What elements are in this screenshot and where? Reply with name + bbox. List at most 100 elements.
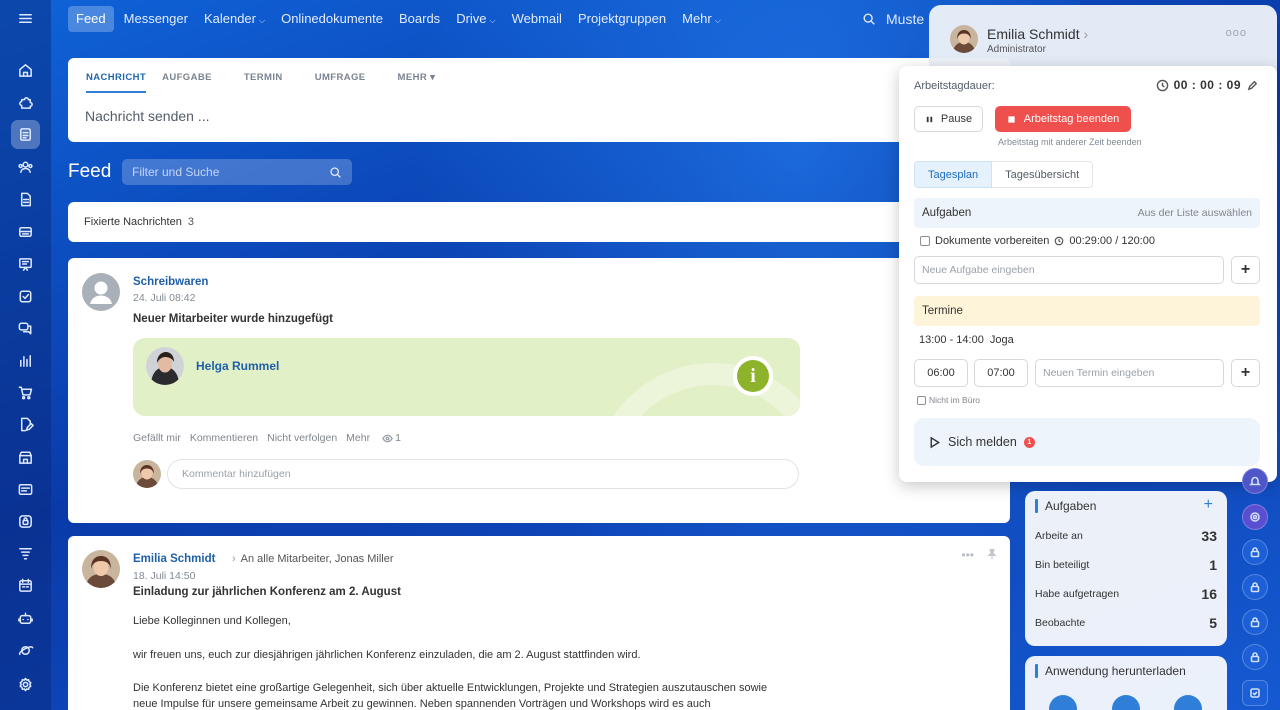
composer-tab[interactable]: MEHR ▾ — [398, 70, 452, 93]
lock-icon[interactable] — [1242, 574, 1268, 600]
inbox-icon[interactable] — [11, 217, 40, 246]
tasks-widget-title[interactable]: Aufgaben — [1035, 499, 1096, 513]
post-date[interactable]: 18. Juli 14:50 — [133, 570, 195, 582]
task-counter-row[interactable]: Beobachte 5 — [1035, 615, 1217, 631]
avatar[interactable] — [82, 273, 120, 311]
add-task-button[interactable]: + — [1231, 256, 1260, 284]
nav-item-kalender[interactable]: Kalender ⌵ — [196, 6, 273, 32]
more-icon[interactable]: ••• — [961, 548, 974, 562]
not-in-office-checkbox[interactable] — [917, 395, 926, 405]
task-counter-label: Habe aufgetragen — [1035, 588, 1120, 600]
analytics-icon[interactable] — [11, 346, 40, 375]
end-label: Arbeitstag beenden — [1023, 113, 1120, 125]
post-author[interactable]: Schreibwaren — [133, 276, 208, 288]
event-start-time[interactable]: 06:00 — [914, 359, 968, 387]
store-icon[interactable] — [11, 443, 40, 472]
feed-icon[interactable] — [11, 120, 40, 149]
task-checkbox[interactable] — [920, 236, 930, 246]
avatar[interactable] — [133, 460, 161, 488]
filter-icon[interactable] — [11, 539, 40, 568]
document-icon[interactable] — [11, 185, 40, 214]
unfollow-link[interactable]: Nicht verfolgen — [267, 432, 337, 444]
android-icon[interactable] — [1174, 695, 1202, 710]
checkbox-icon[interactable] — [11, 282, 40, 311]
pinned-messages-bar[interactable]: Fixierte Nachrichten 3 — [68, 202, 1010, 242]
lock-box-icon[interactable] — [11, 507, 40, 536]
checklist-icon[interactable] — [1242, 680, 1268, 706]
timer-value: 00 : 00 : 09 — [1173, 78, 1241, 92]
comment-link[interactable]: Kommentieren — [190, 432, 258, 444]
robot-icon[interactable] — [11, 604, 40, 633]
task-counter-row[interactable]: Bin beteiligt 1 — [1035, 557, 1217, 573]
select-from-list-link[interactable]: Aus der Liste auswählen — [1138, 207, 1252, 219]
new-event-input[interactable]: Neuen Termin eingeben — [1035, 359, 1224, 387]
task-title[interactable]: Dokumente vorbereiten — [935, 235, 1049, 247]
event-end-time[interactable]: 07:00 — [974, 359, 1028, 387]
end-other-time-link[interactable]: Arbeitstag mit anderer Zeit beenden — [998, 137, 1142, 147]
nav-item-boards[interactable]: Boards — [391, 6, 448, 32]
planet-icon[interactable] — [11, 636, 40, 665]
post-title: Neuer Mitarbeiter wurde hinzugefügt — [133, 313, 333, 325]
composer-tab[interactable]: NACHRICHT — [86, 70, 147, 93]
tab-tagesuebersicht[interactable]: Tagesübersicht — [992, 161, 1094, 188]
more-link[interactable]: Mehr — [346, 432, 370, 444]
post-date[interactable]: 24. Juli 08:42 — [133, 292, 195, 304]
header-search[interactable]: Muste — [862, 6, 924, 32]
not-in-office-toggle[interactable]: Nicht im Büro — [917, 395, 980, 405]
pause-button[interactable]: Pause — [914, 106, 983, 132]
add-task-plus[interactable]: + — [1204, 496, 1213, 514]
calendar-icon[interactable] — [11, 571, 40, 600]
sign-icon[interactable] — [11, 410, 40, 439]
edit-icon[interactable] — [1246, 79, 1259, 92]
checkin-button[interactable]: Sich melden 1 — [914, 418, 1260, 466]
tasks-header-title: Aufgaben — [922, 207, 972, 219]
composer-tab[interactable]: TERMIN — [244, 70, 299, 93]
event-item[interactable]: 13:00 - 14:00 Joga — [919, 334, 1014, 346]
filter-search-input[interactable]: Filter und Suche — [122, 159, 352, 185]
pin-icon[interactable] — [986, 548, 998, 560]
new-employee-name[interactable]: Helga Rummel — [196, 359, 279, 373]
home-icon[interactable] — [11, 56, 40, 85]
card-icon[interactable] — [11, 475, 40, 504]
lock-icon[interactable] — [1242, 644, 1268, 670]
windows-icon[interactable] — [1112, 695, 1140, 710]
end-workday-button[interactable]: Arbeitstag beenden — [995, 106, 1131, 132]
team-icon[interactable] — [11, 153, 40, 182]
like-link[interactable]: Gefällt mir — [133, 432, 181, 444]
new-task-input[interactable]: Neue Aufgabe eingeben — [914, 256, 1224, 284]
nav-item-feed[interactable]: Feed — [68, 6, 114, 32]
settings-icon[interactable] — [11, 670, 40, 699]
nav-item-webmail[interactable]: Webmail — [504, 6, 570, 32]
nav-item-projektgruppen[interactable]: Projektgruppen — [570, 6, 674, 32]
composer-tab[interactable]: UMFRAGE — [315, 70, 382, 93]
nav-item-onlinedokumente[interactable]: Onlinedokumente — [273, 6, 391, 32]
post-recipients[interactable]: › An alle Mitarbeiter, Jonas Miller — [227, 553, 394, 565]
presentation-icon[interactable] — [11, 250, 40, 279]
composer-tab[interactable]: AUFGABE — [162, 70, 228, 93]
apple-icon[interactable] — [1049, 695, 1077, 710]
post-author[interactable]: Emilia Schmidt — [133, 553, 215, 565]
avatar[interactable] — [82, 550, 120, 588]
chat-icon[interactable] — [11, 314, 40, 343]
lock-icon[interactable] — [1242, 539, 1268, 565]
comment-input[interactable]: Kommentar hinzufügen — [167, 459, 799, 489]
cart-icon[interactable] — [11, 378, 40, 407]
task-counter-row[interactable]: Arbeite an 33 — [1035, 528, 1217, 544]
avatar[interactable] — [950, 25, 978, 53]
nav-item-mehr[interactable]: Mehr ⌵ — [674, 6, 729, 32]
message-input[interactable]: Nachricht senden ... — [85, 108, 210, 124]
task-counter-row[interactable]: Habe aufgetragen 16 — [1035, 586, 1217, 602]
menu-icon[interactable] — [11, 4, 40, 33]
target-icon[interactable] — [1242, 504, 1268, 530]
avatar[interactable] — [146, 347, 184, 385]
tab-tagesplan[interactable]: Tagesplan — [914, 161, 993, 188]
add-event-button[interactable]: + — [1231, 359, 1260, 387]
bell-icon[interactable] — [1242, 468, 1268, 494]
nav-item-messenger[interactable]: Messenger — [116, 6, 196, 32]
puzzle-icon[interactable] — [11, 88, 40, 117]
more-icon[interactable]: ooo — [1226, 27, 1247, 39]
lock-icon[interactable] — [1242, 609, 1268, 635]
user-name[interactable]: Emilia Schmidt › — [987, 26, 1088, 42]
nav-item-drive[interactable]: Drive ⌵ — [448, 6, 503, 32]
eye-icon — [382, 434, 393, 442]
